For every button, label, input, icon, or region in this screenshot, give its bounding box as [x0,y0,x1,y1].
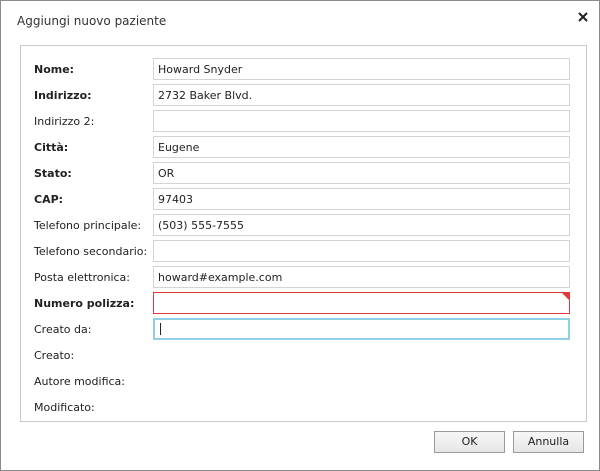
close-icon[interactable] [575,9,591,25]
field-label: Indirizzo: [34,89,92,102]
form-row-indirizzo-2: Indirizzo 2: [21,110,586,132]
field-label: Indirizzo 2: [34,115,95,128]
field-label: Telefono principale: [34,219,142,232]
form-row-posta-elettronica: Posta elettronica: [21,266,586,288]
dialog-title: Aggiungi nuovo paziente [17,14,167,28]
field-label: CAP: [34,193,64,206]
creato-da-field[interactable] [153,318,570,340]
form-row-indirizzo: Indirizzo: [21,84,586,106]
form-row-nome: Nome: [21,58,586,80]
field-label: Numero polizza: [34,297,135,310]
cancel-button[interactable]: Annulla [513,431,584,453]
posta-elettronica-field[interactable] [153,266,570,288]
readonly-label: Autore modifica: [34,375,125,388]
field-label: Nome: [34,63,75,76]
field-label: Telefono secondario: [34,245,148,258]
numero-polizza-field[interactable] [153,292,570,314]
form-row-autore-modifica: Autore modifica: [21,370,586,392]
form-row-stato: Stato: [21,162,586,184]
stato-field[interactable] [153,162,570,184]
field-label: Stato: [34,167,72,180]
cap-field[interactable] [153,188,570,210]
form-row-creato-da: Creato da: [21,318,586,340]
readonly-label: Modificato: [34,401,95,414]
title-bar: Aggiungi nuovo paziente [1,1,599,37]
form-row-telefono-principale: Telefono principale: [21,214,586,236]
indirizzo-2-field[interactable] [153,110,570,132]
telefono-principale-field[interactable] [153,214,570,236]
field-label: Posta elettronica: [34,271,131,284]
form-row-numero-polizza: Numero polizza: [21,292,586,314]
citta-field[interactable] [153,136,570,158]
form-row-modificato: Modificato: [21,396,586,418]
form-row-cap: CAP: [21,188,586,210]
readonly-label: Creato: [34,349,75,362]
error-indicator-icon [562,293,569,300]
add-patient-dialog: Aggiungi nuovo paziente Nome: Indirizzo:… [0,0,600,471]
text-caret [160,323,161,335]
telefono-secondario-field[interactable] [153,240,570,262]
form-row-telefono-secondario: Telefono secondario: [21,240,586,262]
form-row-creato: Creato: [21,344,586,366]
ok-button[interactable]: OK [434,431,505,453]
form-row-citta: Città: [21,136,586,158]
field-label: Creato da: [34,323,92,336]
field-label: Città: [34,141,69,154]
nome-field[interactable] [153,58,570,80]
indirizzo-field[interactable] [153,84,570,106]
form-panel: Nome: Indirizzo: Indirizzo 2: Città: Sta… [20,45,587,422]
